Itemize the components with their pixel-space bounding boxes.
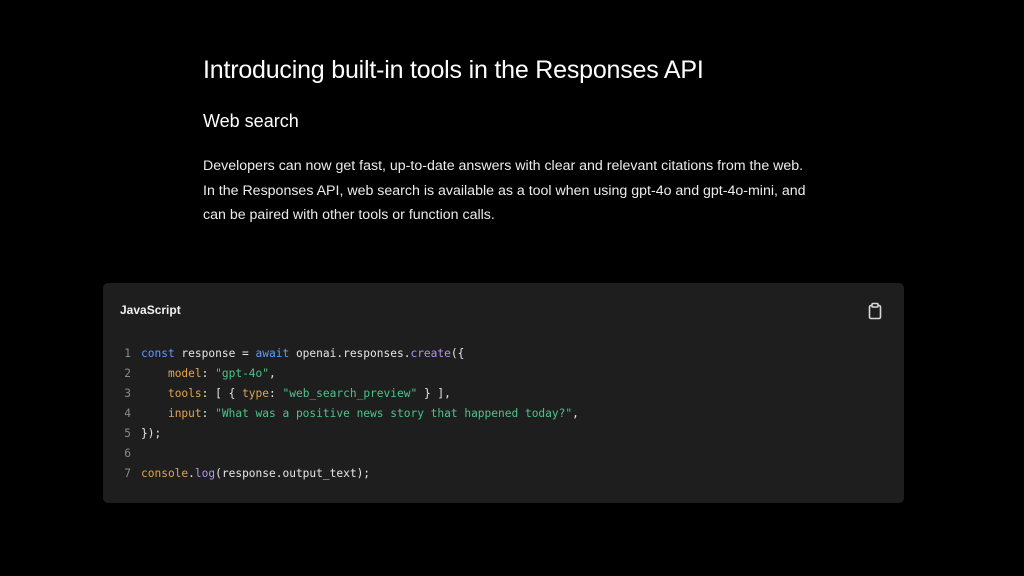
code-token: . xyxy=(188,467,195,480)
code-language-label: JavaScript xyxy=(120,303,181,317)
code-line-text: tools: [ { type: "web_search_preview" } … xyxy=(141,384,451,404)
code-token: model xyxy=(167,367,202,380)
code-token: "gpt-4o" xyxy=(215,367,270,380)
code-token: }); xyxy=(141,427,162,440)
code-token: : xyxy=(269,387,283,400)
code-token: (response.output_text); xyxy=(215,467,371,480)
code-line-text: }); xyxy=(141,424,161,444)
code-line: 3 tools: [ { type: "web_search_preview" … xyxy=(103,384,579,404)
line-number: 3 xyxy=(124,387,131,400)
code-line: 1 const response = await openai.responses… xyxy=(103,344,579,364)
code-token: , xyxy=(572,407,579,420)
code-content: 1 const response = await openai.responses… xyxy=(103,344,579,484)
code-token: create xyxy=(410,347,451,360)
section-paragraph: Developers can now get fast, up-to-date … xyxy=(203,158,806,223)
code-token: response = xyxy=(174,347,256,360)
copy-code-button[interactable] xyxy=(866,302,884,320)
line-number: 4 xyxy=(124,407,131,420)
line-number: 6 xyxy=(124,447,131,460)
code-line: 5}); xyxy=(103,424,579,444)
code-token: ({ xyxy=(450,347,465,360)
code-token: tools xyxy=(167,387,202,400)
code-token: const xyxy=(141,347,175,360)
code-line: 4 input: "What was a positive news story… xyxy=(103,404,579,424)
page-title: Introducing built-in tools in the Respon… xyxy=(203,56,704,84)
article: Introducing built-in tools in the Respon… xyxy=(203,54,823,223)
code-token: openai.responses. xyxy=(289,347,411,360)
code-token: input xyxy=(167,407,202,420)
code-token: : [ { xyxy=(201,387,243,400)
code-token: : xyxy=(201,407,216,420)
code-token: log xyxy=(194,467,216,480)
code-line-text: model: "gpt-4o", xyxy=(141,364,276,384)
line-number: 7 xyxy=(124,467,131,480)
code-line: 7 console.log(response.output_text); xyxy=(103,464,579,484)
line-number: 2 xyxy=(124,367,131,380)
code-token: , xyxy=(269,367,276,380)
clipboard-icon[interactable] xyxy=(866,302,884,320)
code-line-text: console.log(response.output_text); xyxy=(141,464,370,484)
code-token: await xyxy=(255,347,290,360)
line-number: 5 xyxy=(124,427,131,440)
code-line-text: input: "What was a positive news story t… xyxy=(141,404,579,424)
code-token: "What was a positive news story that hap… xyxy=(215,407,573,420)
section-heading: Web search xyxy=(203,111,299,131)
code-line: 6 xyxy=(103,444,579,464)
code-token: console xyxy=(141,467,189,480)
line-number: 1 xyxy=(124,347,131,360)
code-token: : xyxy=(201,367,216,380)
code-token: } ], xyxy=(417,387,451,400)
code-block: JavaScript 1 const response = await opena… xyxy=(103,283,904,503)
code-token: "web_search_preview" xyxy=(282,387,418,400)
code-token: type xyxy=(242,387,270,400)
code-line-text: const response = await openai.responses.… xyxy=(141,344,464,364)
code-line: 2 model: "gpt-4o", xyxy=(103,364,579,384)
